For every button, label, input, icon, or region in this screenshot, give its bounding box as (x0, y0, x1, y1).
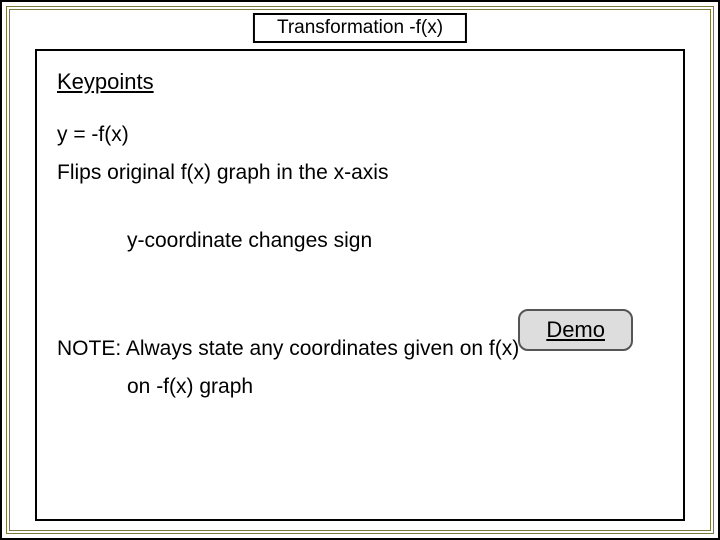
slide-outer-frame: Transformation -f(x) Keypoints y = -f(x)… (0, 0, 720, 540)
demo-label: Demo (546, 317, 605, 342)
note-line-2: on -f(x) graph (127, 375, 663, 399)
slide-border: Transformation -f(x) Keypoints y = -f(x)… (6, 6, 714, 534)
slide-title: Transformation -f(x) (277, 17, 443, 38)
title-box: Transformation -f(x) (253, 13, 467, 43)
keypoints-heading: Keypoints (57, 69, 663, 95)
coord-note-line: y-coordinate changes sign (127, 229, 663, 253)
equation-line: y = -f(x) (57, 123, 663, 147)
slide-content: Transformation -f(x) Keypoints y = -f(x)… (13, 13, 707, 527)
demo-button[interactable]: Demo (518, 309, 633, 351)
description-line: Flips original f(x) graph in the x-axis (57, 161, 663, 185)
content-box: Keypoints y = -f(x) Flips original f(x) … (35, 49, 685, 521)
